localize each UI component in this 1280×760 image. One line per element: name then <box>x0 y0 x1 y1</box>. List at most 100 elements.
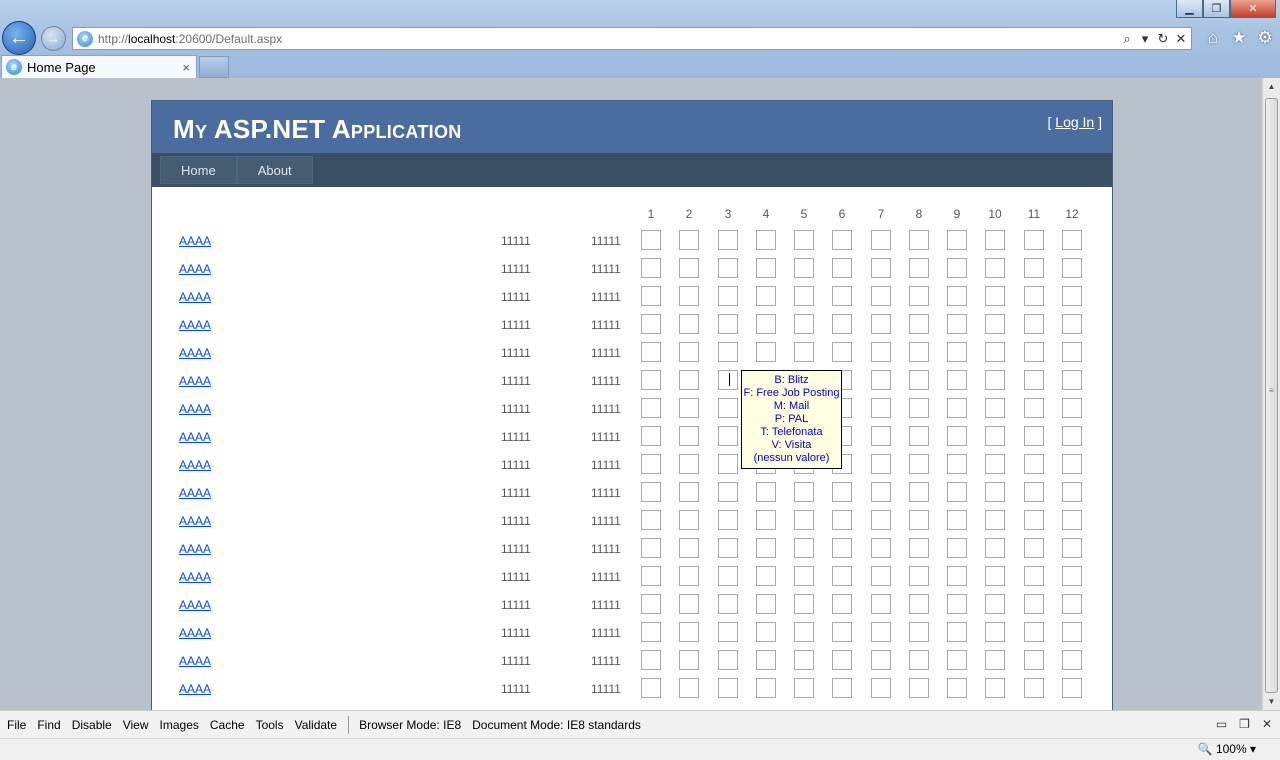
grid-cell-input[interactable] <box>1062 370 1082 390</box>
grid-cell-input[interactable] <box>909 398 929 418</box>
grid-cell-input[interactable] <box>985 566 1005 586</box>
grid-cell-input[interactable] <box>679 622 699 642</box>
grid-cell-input[interactable] <box>909 454 929 474</box>
grid-cell-input[interactable] <box>1062 314 1082 334</box>
grid-cell-input[interactable] <box>794 566 814 586</box>
row-link[interactable]: AAAA <box>179 514 211 528</box>
grid-cell-input[interactable] <box>1062 286 1082 306</box>
row-link[interactable]: AAAA <box>179 682 211 696</box>
row-link[interactable]: AAAA <box>179 262 211 276</box>
grid-cell-input[interactable] <box>909 594 929 614</box>
grid-cell-input[interactable] <box>985 230 1005 250</box>
tab-close-icon[interactable]: × <box>182 60 190 75</box>
grid-cell-input[interactable] <box>832 538 852 558</box>
grid-cell-input[interactable] <box>641 370 661 390</box>
grid-cell-input[interactable] <box>947 482 967 502</box>
grid-cell-input[interactable] <box>1024 566 1044 586</box>
grid-cell-input[interactable] <box>832 482 852 502</box>
grid-cell-input[interactable] <box>871 650 891 670</box>
grid-cell-input[interactable] <box>794 510 814 530</box>
grid-cell-input[interactable] <box>1062 510 1082 530</box>
grid-cell-input[interactable] <box>679 370 699 390</box>
undock-icon[interactable]: ❐ <box>1239 717 1250 731</box>
grid-cell-input[interactable] <box>679 342 699 362</box>
grid-cell-input[interactable] <box>871 398 891 418</box>
grid-cell-input[interactable] <box>1024 594 1044 614</box>
grid-cell-input[interactable] <box>718 426 738 446</box>
row-link[interactable]: AAAA <box>179 318 211 332</box>
grid-cell-input[interactable] <box>794 622 814 642</box>
grid-cell-input[interactable] <box>832 594 852 614</box>
grid-cell-input[interactable] <box>1024 398 1044 418</box>
grid-cell-input[interactable] <box>794 258 814 278</box>
grid-cell-input[interactable] <box>871 538 891 558</box>
row-link[interactable]: AAAA <box>179 290 211 304</box>
grid-cell-input[interactable] <box>718 510 738 530</box>
dev-menu-cache[interactable]: Cache <box>210 718 245 732</box>
grid-cell-input[interactable] <box>679 286 699 306</box>
grid-cell-input[interactable] <box>909 566 929 586</box>
menu-item-about[interactable]: About <box>236 156 313 184</box>
minimize-icon[interactable]: ▭ <box>1216 717 1227 731</box>
grid-cell-input[interactable] <box>832 230 852 250</box>
row-link[interactable]: AAAA <box>179 626 211 640</box>
grid-cell-input[interactable] <box>909 258 929 278</box>
zoom-control[interactable]: 🔍 100% ▾ <box>1198 742 1256 756</box>
grid-cell-input[interactable] <box>641 510 661 530</box>
grid-cell-input[interactable] <box>947 230 967 250</box>
grid-cell-input[interactable] <box>718 538 738 558</box>
grid-cell-input[interactable] <box>985 342 1005 362</box>
grid-cell-input[interactable] <box>718 230 738 250</box>
dev-menu-images[interactable]: Images <box>160 718 199 732</box>
minimize-icon[interactable]: ▁ <box>1176 0 1203 18</box>
grid-cell-input[interactable] <box>909 370 929 390</box>
grid-cell-input[interactable] <box>1024 426 1044 446</box>
grid-cell-input[interactable] <box>756 230 776 250</box>
dev-menu-tools[interactable]: Tools <box>256 718 284 732</box>
grid-cell-input[interactable] <box>1024 678 1044 698</box>
scroll-up-icon[interactable]: ▲ <box>1263 78 1280 95</box>
grid-cell-input[interactable] <box>947 566 967 586</box>
grid-cell-input[interactable] <box>679 566 699 586</box>
grid-cell-input[interactable] <box>871 370 891 390</box>
grid-cell-input[interactable] <box>641 622 661 642</box>
grid-cell-input[interactable] <box>871 286 891 306</box>
home-icon[interactable]: ⌂ <box>1204 28 1222 48</box>
row-link[interactable]: AAAA <box>179 374 211 388</box>
grid-cell-input[interactable] <box>756 482 776 502</box>
grid-cell-input[interactable] <box>909 342 929 362</box>
grid-cell-input[interactable] <box>871 314 891 334</box>
grid-cell-input[interactable] <box>641 426 661 446</box>
browser-mode[interactable]: Browser Mode: IE8 <box>359 718 461 732</box>
login-link[interactable]: Log In <box>1055 114 1094 130</box>
grid-cell-input[interactable] <box>641 398 661 418</box>
grid-cell-input[interactable] <box>679 594 699 614</box>
grid-cell-input[interactable] <box>871 426 891 446</box>
grid-cell-input[interactable] <box>641 314 661 334</box>
dev-menu-file[interactable]: File <box>7 718 26 732</box>
grid-cell-input[interactable] <box>871 678 891 698</box>
grid-cell-input[interactable] <box>1062 454 1082 474</box>
grid-cell-input[interactable] <box>756 342 776 362</box>
grid-cell-input[interactable] <box>832 650 852 670</box>
grid-cell-input[interactable] <box>985 650 1005 670</box>
dev-menu-view[interactable]: View <box>123 718 149 732</box>
grid-cell-input[interactable] <box>794 314 814 334</box>
document-mode[interactable]: Document Mode: IE8 standards <box>472 718 641 732</box>
grid-cell-input[interactable] <box>1062 678 1082 698</box>
grid-cell-input[interactable] <box>756 258 776 278</box>
row-link[interactable]: AAAA <box>179 430 211 444</box>
grid-cell-input[interactable] <box>985 370 1005 390</box>
grid-cell-input[interactable] <box>794 538 814 558</box>
grid-cell-input[interactable] <box>794 286 814 306</box>
grid-cell-input[interactable] <box>871 258 891 278</box>
grid-cell-input[interactable] <box>1062 230 1082 250</box>
grid-cell-input[interactable] <box>679 230 699 250</box>
close-window-icon[interactable]: ✕ <box>1230 0 1276 18</box>
grid-cell-input[interactable] <box>756 566 776 586</box>
row-link[interactable]: AAAA <box>179 346 211 360</box>
grid-cell-input[interactable] <box>641 482 661 502</box>
grid-cell-input[interactable] <box>985 286 1005 306</box>
grid-cell-input[interactable] <box>985 538 1005 558</box>
grid-cell-input[interactable] <box>756 510 776 530</box>
